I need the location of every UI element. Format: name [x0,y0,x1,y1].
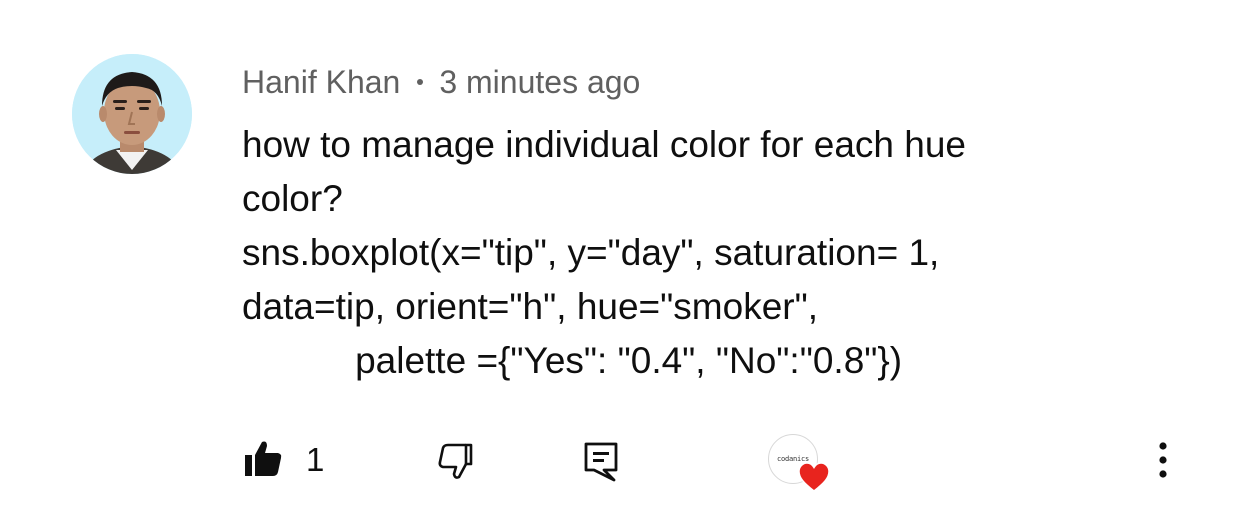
more-vertical-icon [1159,442,1167,478]
comment-header: Hanif Khan 3 minutes ago [242,60,640,104]
dislike-button[interactable] [436,442,476,482]
comment-timestamp: 3 minutes ago [439,63,641,100]
author-name[interactable]: Hanif Khan [242,64,400,101]
heart-icon [798,462,830,492]
reply-button[interactable] [582,440,622,482]
comment-line: data=tip, orient="h", hue="smoker", [242,286,819,327]
comment-action-bar: 1 codanics [0,430,1242,492]
like-count: 1 [306,441,325,478]
comment-line: palette ={"Yes": "0.4", "No":"0.8"}) [242,340,903,381]
author-avatar[interactable] [72,54,192,174]
comment-line: how to manage individual color for each … [242,124,967,165]
comment-line: color? [242,178,343,219]
thumbs-up-filled-icon [245,441,282,476]
comment-line: sns.boxplot(x="tip", y="day", saturation… [242,232,940,273]
more-options-button[interactable] [1148,438,1178,482]
author-avatar-image [72,54,192,174]
comment-text: how to manage individual color for each … [242,118,1142,388]
creator-heart-badge: codanics [768,434,832,498]
thumbs-down-outline-icon [438,443,473,479]
reply-comment-icon [584,442,618,482]
like-button[interactable] [243,438,283,478]
separator-dot [417,79,424,85]
